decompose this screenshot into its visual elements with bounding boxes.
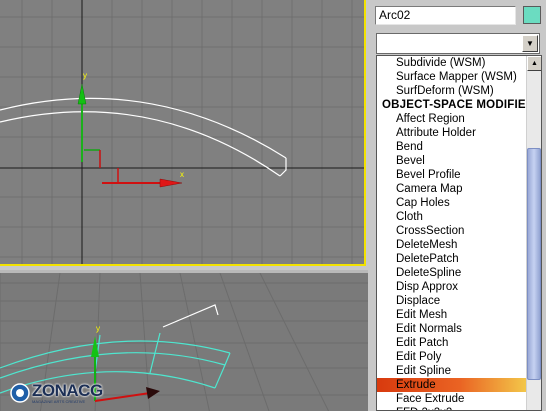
watermark-tagline: MAGAZINE ARTS CREATIVE	[32, 399, 86, 404]
list-item[interactable]: Camera Map	[377, 182, 527, 196]
list-item[interactable]: Edit Poly	[377, 350, 527, 364]
zonacg-watermark: ZONACG MAGAZINE ARTS CREATIVE	[10, 380, 103, 406]
zonacg-logo-icon	[10, 383, 30, 403]
list-item[interactable]: Bevel Profile	[377, 168, 527, 182]
top-viewport-canvas: y x	[0, 0, 364, 264]
list-item[interactable]: SurfDeform (WSM)	[377, 84, 527, 98]
modifier-list[interactable]: Subdivide (WSM) Surface Mapper (WSM) SurfD…	[376, 55, 542, 411]
top-viewport[interactable]: y x	[0, 0, 366, 266]
perspective-axis-y-label: y	[96, 324, 100, 333]
axis-x-label: x	[180, 170, 184, 179]
list-item[interactable]: DeleteSpline	[377, 266, 527, 280]
list-item[interactable]: DeleteMesh	[377, 238, 527, 252]
watermark-logo-text: ZONACG	[32, 381, 103, 400]
axis-y-label: y	[83, 71, 87, 80]
object-name-field[interactable]: Arc02	[375, 6, 516, 25]
modifier-list-items: Subdivide (WSM) Surface Mapper (WSM) SurfD…	[377, 56, 527, 410]
list-item[interactable]: Affect Region	[377, 112, 527, 126]
list-item[interactable]: Subdivide (WSM)	[377, 56, 527, 70]
list-item[interactable]: FFD 2x2x2	[377, 406, 527, 410]
list-item[interactable]: Face Extrude	[377, 392, 527, 406]
modifier-list-scrollbar[interactable]: ▲	[526, 56, 541, 410]
transform-gizmo	[77, 83, 183, 188]
object-color-swatch[interactable]	[523, 6, 541, 24]
list-item[interactable]: Edit Spline	[377, 364, 527, 378]
list-item[interactable]: Attribute Holder	[377, 126, 527, 140]
list-item[interactable]: Bevel	[377, 154, 527, 168]
list-item[interactable]: Displace	[377, 294, 527, 308]
viewport-grid	[0, 0, 364, 264]
viewport-home-grid-axes	[0, 0, 364, 264]
chevron-down-icon[interactable]: ▼	[522, 35, 538, 52]
list-item-selected[interactable]: Extrude	[377, 378, 527, 392]
list-item[interactable]: Edit Patch	[377, 336, 527, 350]
list-item[interactable]: Bend	[377, 140, 527, 154]
list-item[interactable]: DeletePatch	[377, 252, 527, 266]
modifier-list-dropdown[interactable]: ▼	[376, 33, 540, 54]
list-item[interactable]: CrossSection	[377, 224, 527, 238]
list-item[interactable]: Disp Approx	[377, 280, 527, 294]
list-item[interactable]: Edit Mesh	[377, 308, 527, 322]
scrollbar-thumb[interactable]	[527, 148, 541, 380]
scroll-up-icon[interactable]: ▲	[527, 56, 541, 71]
list-item[interactable]: Edit Normals	[377, 322, 527, 336]
list-item[interactable]: Cloth	[377, 210, 527, 224]
list-item[interactable]: Cap Holes	[377, 196, 527, 210]
command-panel: Arc02 ▼ Subdivide (WSM) Surface Mapper (W…	[368, 0, 546, 411]
list-section-header: OBJECT-SPACE MODIFIERS	[382, 99, 527, 111]
list-item[interactable]: Surface Mapper (WSM)	[377, 70, 527, 84]
